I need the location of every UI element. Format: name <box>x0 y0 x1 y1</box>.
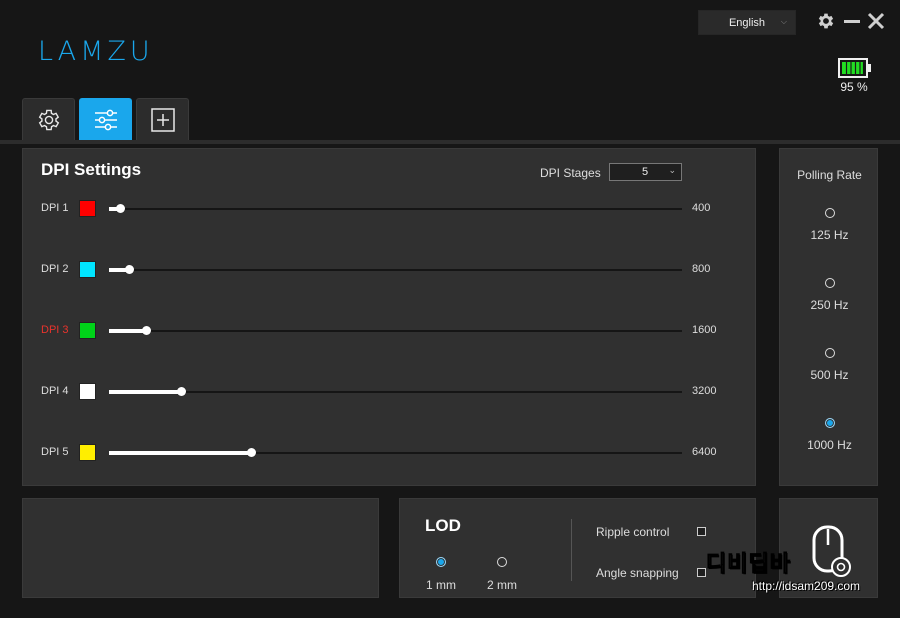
dpi-row: DPI 5 6400 <box>23 442 757 462</box>
watermark-text: 디비딥바 <box>706 551 791 577</box>
language-value: English <box>728 16 766 29</box>
radio-button[interactable] <box>824 418 835 428</box>
empty-panel <box>22 498 379 598</box>
ripple-control-label: Ripple control <box>596 525 670 539</box>
minimize-button[interactable] <box>841 10 863 32</box>
dpi-label[interactable]: DPI 2 <box>41 263 69 275</box>
dpi-row: DPI 4 3200 <box>23 381 757 401</box>
dpi-settings-title: DPI Settings <box>41 160 142 179</box>
angle-snapping-checkbox[interactable] <box>697 568 706 577</box>
dpi-slider[interactable] <box>109 265 682 274</box>
dpi-color-swatch[interactable] <box>79 383 96 400</box>
radio-button[interactable] <box>824 348 835 358</box>
dpi-slider-handle[interactable] <box>176 387 186 396</box>
dpi-color-swatch[interactable] <box>79 261 96 278</box>
polling-option-label: 1000 Hz <box>807 438 852 452</box>
dpi-row: DPI 3 1600 <box>23 320 757 340</box>
polling-option-500[interactable]: 500 Hz <box>780 345 879 382</box>
dpi-slider-fill <box>109 390 181 394</box>
plus-box-icon <box>150 107 175 132</box>
radio-button[interactable] <box>824 208 835 218</box>
dpi-slider-handle[interactable] <box>246 448 256 457</box>
dpi-stages-label: DPI Stages <box>540 166 601 180</box>
lod-divider <box>571 519 572 581</box>
polling-option-1000[interactable]: 1000 Hz <box>780 415 879 452</box>
tab-content-divider <box>0 140 900 144</box>
gear-icon <box>38 109 59 130</box>
app-logo: LAMZU <box>38 36 154 67</box>
tab-macro[interactable] <box>136 98 189 140</box>
polling-option-label: 125 Hz <box>810 228 849 242</box>
dpi-slider[interactable] <box>109 387 682 396</box>
dpi-slider-fill <box>109 329 147 333</box>
settings-gear-button[interactable] <box>815 10 837 32</box>
polling-option-label: 250 Hz <box>810 298 849 312</box>
polling-option-label: 500 Hz <box>810 368 849 382</box>
radio-button[interactable] <box>824 278 835 288</box>
dpi-stages-select[interactable]: 5 ⌄ <box>609 163 682 181</box>
dpi-color-swatch[interactable] <box>79 200 96 217</box>
dpi-slider-handle[interactable] <box>116 204 126 213</box>
dpi-slider-handle[interactable] <box>125 265 135 274</box>
dpi-label[interactable]: DPI 4 <box>41 385 69 397</box>
tab-performance[interactable] <box>79 98 132 140</box>
polling-option-125[interactable]: 125 Hz <box>780 205 879 242</box>
dpi-value: 6400 <box>692 446 717 458</box>
lod-panel: LOD 1 mm 2 mm Ripple control Angle snapp… <box>399 498 756 598</box>
dpi-color-swatch[interactable] <box>79 322 96 339</box>
lod-option-1mm[interactable]: 1 mm <box>421 554 461 592</box>
dpi-slider[interactable] <box>109 204 682 213</box>
lod-option-label: 1 mm <box>426 578 456 592</box>
dpi-color-swatch[interactable] <box>79 444 96 461</box>
radio-button[interactable] <box>436 557 446 567</box>
dpi-slider[interactable] <box>109 448 682 457</box>
watermark-url: http://idsam209.com <box>752 579 861 593</box>
radio-button[interactable] <box>497 557 507 567</box>
dpi-label[interactable]: DPI 5 <box>41 446 69 458</box>
polling-rate-title: Polling Rate <box>797 168 862 182</box>
ripple-control-checkbox[interactable] <box>697 527 706 536</box>
polling-option-250[interactable]: 250 Hz <box>780 275 879 312</box>
close-button[interactable] <box>865 10 887 32</box>
close-icon <box>867 12 885 30</box>
lod-option-2mm[interactable]: 2 mm <box>482 554 522 592</box>
chevron-down-icon: ⌵ <box>780 17 787 26</box>
lod-title: LOD <box>425 516 461 535</box>
ripple-control-row[interactable]: Ripple control <box>596 525 736 541</box>
dpi-settings-panel: DPI Settings DPI Stages 5 ⌄ DPI 1 400 DP… <box>22 148 756 486</box>
chevron-down-icon: ⌄ <box>668 165 676 175</box>
lod-option-label: 2 mm <box>487 578 517 592</box>
dpi-row: DPI 2 800 <box>23 259 757 279</box>
polling-rate-panel: Polling Rate 125 Hz 250 Hz 500 Hz 1000 H… <box>779 148 878 486</box>
dpi-value: 3200 <box>692 385 717 397</box>
dpi-value: 400 <box>692 202 711 214</box>
dpi-label[interactable]: DPI 3 <box>41 324 69 336</box>
language-select[interactable]: English ⌵ <box>698 10 796 35</box>
dpi-slider-fill <box>109 451 251 455</box>
battery-percent: 95 % <box>840 80 868 94</box>
dpi-slider[interactable] <box>109 326 682 335</box>
gear-icon <box>818 13 834 29</box>
sliders-icon <box>94 109 117 130</box>
tab-settings[interactable] <box>22 98 75 140</box>
dpi-value: 1600 <box>692 324 717 336</box>
dpi-stages-value: 5 <box>642 166 649 178</box>
main-tabs <box>22 98 189 140</box>
dpi-value: 800 <box>692 263 711 275</box>
dpi-row: DPI 1 400 <box>23 198 757 218</box>
battery-icon <box>838 58 871 78</box>
dpi-slider-handle[interactable] <box>142 326 152 335</box>
minimize-icon <box>844 20 860 23</box>
dpi-label[interactable]: DPI 1 <box>41 202 69 214</box>
angle-snapping-label: Angle snapping <box>596 566 679 580</box>
